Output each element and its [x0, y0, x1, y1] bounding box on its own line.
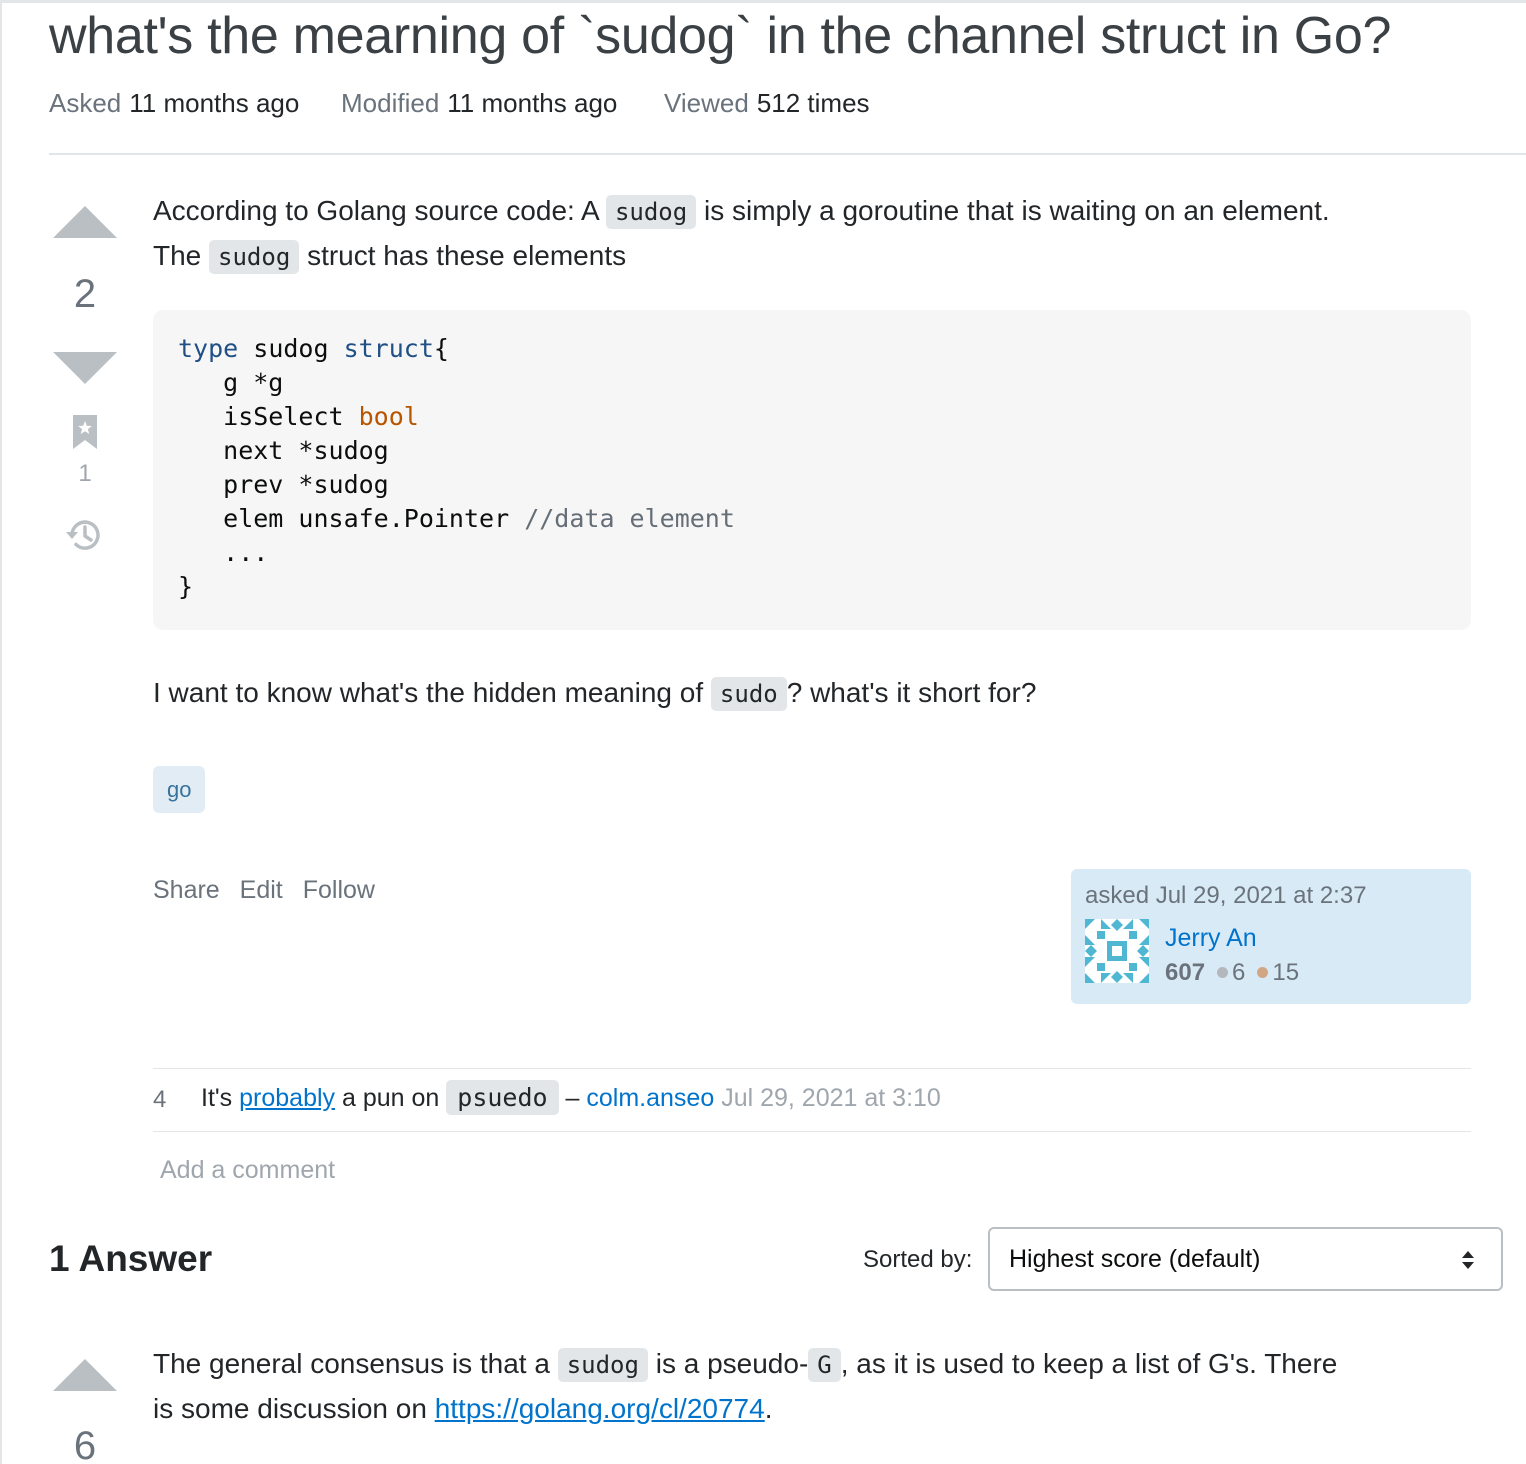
code-keyword: type — [178, 334, 239, 363]
sort-label: Sorted by: — [863, 1246, 973, 1273]
sort-arrows-icon — [1462, 1251, 1474, 1269]
text-run: is some discussion on — [153, 1393, 427, 1424]
comment-divider — [153, 1131, 1471, 1132]
edit-link[interactable]: Edit — [240, 876, 283, 904]
meta-asked-label: Asked — [49, 88, 122, 118]
text-run: The — [153, 240, 202, 271]
add-comment-link[interactable]: Add a comment — [160, 1156, 335, 1185]
owner-card: asked Jul 29, 2021 at 2:37 Jerry An 607 6… — [1071, 869, 1471, 1004]
text-run: The general consensus is that a — [153, 1348, 550, 1379]
code-line: prev *sudog — [178, 470, 389, 499]
left-border — [0, 0, 2, 1464]
text-run: ? what's it short for? — [786, 677, 1037, 708]
comment-body: It's probably a pun on psuedo – colm.ans… — [201, 1080, 941, 1115]
code-text: sudog — [238, 334, 344, 363]
meta-viewed-value: 512 times — [756, 88, 870, 118]
code-line: elem unsafe.Pointer //data element — [178, 502, 1446, 536]
text-run: , as it is used to keep a list of G's. T… — [840, 1348, 1338, 1379]
inline-code: sudog — [209, 240, 300, 274]
silver-badge-icon — [1217, 967, 1229, 979]
comment-time[interactable]: Jul 29, 2021 at 3:10 — [721, 1084, 941, 1112]
code-line: type sudog struct{ — [178, 332, 1446, 366]
tag-go[interactable]: go — [153, 766, 206, 813]
inline-code: G — [808, 1348, 841, 1382]
answer-vote-count: 6 — [73, 1424, 97, 1464]
code-line: } — [178, 572, 194, 601]
question-paragraph-2: I want to know what's the hidden meaning… — [153, 670, 1036, 717]
upvote-arrow-icon[interactable] — [53, 206, 117, 238]
bronze-badge-icon — [1257, 967, 1269, 979]
question-paragraph-1: According to Golang source code: A sudog… — [153, 188, 1330, 235]
bookmark-count: 1 — [78, 460, 92, 487]
user-name-link[interactable]: Jerry An — [1165, 924, 1257, 953]
meta-asked-value: 11 months ago — [129, 88, 300, 118]
post-menu: Share Edit Follow — [153, 876, 388, 905]
question-title[interactable]: what's the mearning of `sudog` in the ch… — [49, 6, 1391, 66]
meta-modified-label: Modified — [341, 88, 440, 118]
bronze-badge-count: 15 — [1272, 959, 1300, 986]
answer-paragraph-line-1: The general consensus is that a sudog is… — [153, 1341, 1337, 1388]
code-line: next *sudog — [178, 436, 389, 465]
answer-paragraph-line-2: is some discussion on https://golang.org… — [153, 1386, 772, 1431]
code-text: { — [433, 334, 449, 363]
text-run: is simply a goroutine that is waiting on… — [703, 195, 1330, 226]
code-line: g *g — [178, 368, 284, 397]
comment-author-link[interactable]: colm.anseo — [586, 1084, 714, 1112]
text-run: – — [565, 1084, 580, 1112]
code-line: isSelect bool — [178, 400, 1446, 434]
comment-divider — [153, 1068, 1471, 1069]
silver-badge-count: 6 — [1232, 959, 1246, 986]
meta-asked: Asked 11 months ago — [49, 88, 299, 119]
reputation-score: 607 — [1165, 959, 1206, 986]
follow-link[interactable]: Follow — [303, 876, 375, 904]
meta-modified: Modified 11 months ago — [341, 88, 617, 119]
bookmark-icon[interactable] — [73, 415, 97, 449]
share-link[interactable]: Share — [153, 876, 220, 904]
history-icon[interactable] — [64, 515, 104, 555]
question-paragraph-1b: The sudog struct has these elements — [153, 233, 626, 280]
meta-modified-value[interactable]: 11 months ago — [447, 88, 617, 118]
user-reputation: 607 6 15 — [1165, 959, 1299, 987]
asked-time[interactable]: asked Jul 29, 2021 at 2:37 — [1085, 882, 1367, 910]
inline-code: psuedo — [446, 1080, 559, 1115]
sort-selected-value: Highest score (default) — [1009, 1245, 1261, 1273]
code-comment: //data element — [524, 504, 735, 533]
text-run: I want to know what's the hidden meaning… — [153, 677, 704, 708]
meta-viewed-label: Viewed — [664, 88, 749, 118]
text-run: According to Golang source code: A — [153, 195, 599, 226]
code-type: bool — [358, 402, 419, 431]
comment-score: 4 — [153, 1086, 167, 1113]
comment-link[interactable]: probably — [239, 1084, 335, 1112]
text-run: . — [764, 1393, 773, 1424]
top-border — [0, 0, 1526, 3]
code-keyword: struct — [343, 334, 434, 363]
question-vote-count: 2 — [73, 272, 97, 316]
identicon-avatar[interactable] — [1085, 919, 1149, 983]
meta-viewed: Viewed 512 times — [664, 88, 870, 119]
code-line: ... — [178, 538, 269, 567]
text-run: struct has these elements — [307, 240, 627, 271]
code-block[interactable]: type sudog struct{ g *g isSelect bool ne… — [153, 310, 1471, 630]
text-run: is a pseudo- — [655, 1348, 809, 1379]
answer-link[interactable]: https://golang.org/cl/20774 — [435, 1393, 765, 1424]
text-run: It's — [201, 1084, 233, 1112]
inline-code: sudog — [557, 1348, 648, 1382]
answer-upvote-arrow-icon[interactable] — [53, 1359, 117, 1391]
code-text: isSelect — [178, 402, 359, 431]
text-run: a pun on — [341, 1084, 440, 1112]
code-text: elem unsafe.Pointer — [178, 504, 525, 533]
downvote-arrow-icon[interactable] — [53, 352, 117, 384]
inline-code: sudog — [605, 195, 697, 229]
sort-select[interactable]: Highest score (default) — [988, 1227, 1503, 1291]
meta-divider — [49, 153, 1526, 155]
answers-heading: 1 Answer — [49, 1238, 213, 1279]
inline-code: sudo — [710, 677, 787, 711]
